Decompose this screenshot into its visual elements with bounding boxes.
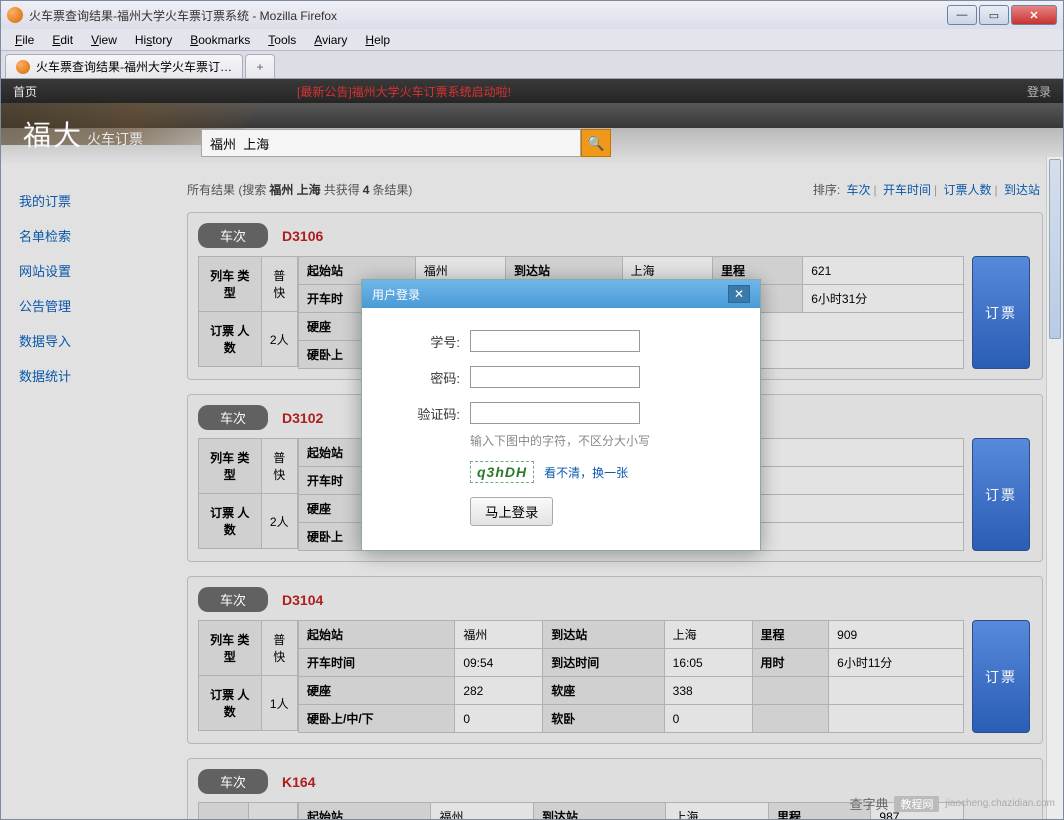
captcha-image: q3hDH (470, 461, 534, 483)
login-submit-button[interactable]: 马上登录 (470, 497, 553, 526)
dialog-close-button[interactable]: ✕ (728, 285, 750, 303)
login-dialog: 用户登录 ✕ 学号: 密码: 验证码: 输入下图中的字符，不区分大小写 q3hD… (361, 279, 761, 551)
student-id-input[interactable] (470, 330, 640, 352)
label-captcha: 验证码: (392, 404, 460, 423)
dialog-title: 用户登录 (372, 286, 420, 303)
password-input[interactable] (470, 366, 640, 388)
captcha-refresh-link[interactable]: 看不清，换一张 (544, 464, 628, 481)
captcha-hint: 输入下图中的字符，不区分大小写 (470, 432, 730, 449)
label-student-id: 学号: (392, 332, 460, 351)
close-icon: ✕ (734, 287, 744, 301)
label-password: 密码: (392, 368, 460, 387)
watermark: 查字典 教程网 jiaocheng.chazidian.com (849, 794, 1055, 813)
captcha-input[interactable] (470, 402, 640, 424)
